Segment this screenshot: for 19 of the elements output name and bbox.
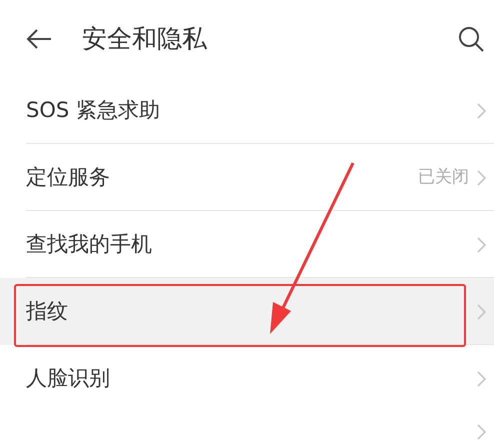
chevron-icon bbox=[477, 170, 486, 186]
chevron-icon bbox=[477, 102, 486, 118]
chevron-icon bbox=[477, 236, 486, 252]
chevron-icon bbox=[477, 370, 486, 386]
chevron-icon bbox=[477, 304, 486, 320]
chevron-icon bbox=[477, 424, 486, 440]
settings-row[interactable]: SOS 紧急求助 bbox=[0, 77, 494, 144]
settings-row[interactable]: 人脸识别 bbox=[0, 345, 494, 412]
page-title: 安全和隐私 bbox=[82, 22, 208, 55]
row-label: 指纹 bbox=[26, 298, 69, 325]
settings-row[interactable]: 指纹 bbox=[0, 278, 494, 345]
row-label: 定位服务 bbox=[26, 164, 111, 191]
row-label: 人脸识别 bbox=[26, 364, 111, 392]
back-icon[interactable] bbox=[26, 28, 52, 50]
row-label: SOS 紧急求助 bbox=[26, 96, 161, 124]
settings-row[interactable]: 定位服务 已关闭 bbox=[0, 144, 494, 211]
search-icon[interactable] bbox=[458, 26, 484, 52]
row-value: 已关闭 bbox=[418, 166, 469, 189]
row-label: 查找我的手机 bbox=[26, 230, 153, 258]
